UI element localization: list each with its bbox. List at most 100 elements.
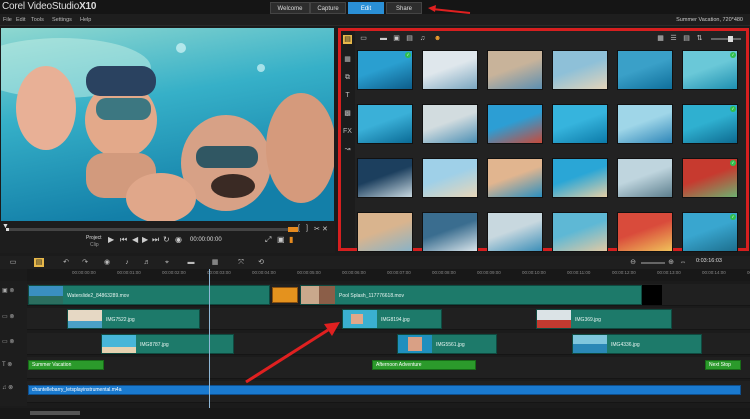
library-thumbnail[interactable]: [422, 212, 478, 252]
mode-project-label[interactable]: Project: [86, 235, 102, 241]
transition-block[interactable]: [272, 287, 298, 303]
filter-icon[interactable]: FX: [343, 127, 352, 136]
library-thumbnail[interactable]: [422, 158, 478, 198]
instant-project-icon[interactable]: ▦: [343, 55, 352, 64]
zoom-in-icon[interactable]: ⊕: [666, 258, 676, 267]
face-icon[interactable]: ☻: [433, 34, 442, 43]
library-thumbnail[interactable]: [617, 50, 673, 90]
record-icon[interactable]: ◉: [102, 258, 112, 267]
library-thumbnail[interactable]: [487, 158, 543, 198]
home-icon[interactable]: ⏮: [120, 235, 127, 245]
add-folder-icon[interactable]: ▬: [379, 34, 388, 43]
folder-icon[interactable]: ▭: [359, 34, 368, 43]
library-thumbnail[interactable]: [487, 212, 543, 252]
storyboard-view-icon[interactable]: ▭: [8, 258, 18, 267]
zoom-out-icon[interactable]: ⊖: [628, 258, 638, 267]
tab-edit[interactable]: Edit: [348, 2, 384, 14]
media-icon[interactable]: ▤: [343, 35, 352, 44]
scrollbar-thumb[interactable]: [30, 411, 80, 415]
library-thumbnail[interactable]: ✓: [682, 158, 738, 198]
details-view-icon[interactable]: ▤: [682, 34, 691, 43]
redo-icon[interactable]: ↷: [80, 258, 90, 267]
zoom-slider-handle[interactable]: [728, 36, 733, 42]
video-icon[interactable]: ▣: [392, 34, 401, 43]
scrubber-track[interactable]: [6, 228, 296, 231]
volume-icon[interactable]: ◉: [175, 235, 182, 244]
playhead[interactable]: [209, 269, 210, 408]
mask-icon[interactable]: ⤧: [236, 258, 246, 267]
title-clip[interactable]: Next Stop: [705, 360, 741, 370]
timeline-view-icon[interactable]: ▤: [34, 258, 44, 267]
sound-mixer-icon[interactable]: ♪: [122, 258, 132, 267]
title-clip[interactable]: Afternoon Adventure: [372, 360, 476, 370]
enlarge-preview-icon[interactable]: ⤢: [265, 235, 271, 245]
loop-icon[interactable]: ⟲: [256, 258, 266, 267]
path-icon[interactable]: ↝: [343, 145, 352, 154]
library-thumbnail[interactable]: [487, 50, 543, 90]
menu-file[interactable]: File: [3, 14, 12, 26]
tab-welcome[interactable]: Welcome: [270, 2, 310, 14]
timeline-ruler[interactable]: 00:00:00:00 00:00:01:00 00:00:02:00 00:00:0…: [27, 269, 750, 281]
library-thumbnail[interactable]: [357, 158, 413, 198]
thumbnail-view-icon[interactable]: ☰: [669, 34, 678, 43]
subtitle-icon[interactable]: ▬: [186, 258, 196, 267]
scrub-start-icon[interactable]: ▼: [2, 223, 9, 230]
music-track-header[interactable]: ♫ ⊗: [2, 384, 24, 404]
library-thumbnail[interactable]: ✓: [682, 50, 738, 90]
black-clip[interactable]: [642, 285, 662, 305]
trim-marker[interactable]: [288, 227, 298, 232]
undo-icon[interactable]: ↶: [61, 258, 71, 267]
previous-frame-icon[interactable]: ◀: [132, 235, 138, 244]
motion-tracking-icon[interactable]: ⌖: [162, 258, 172, 267]
audio-clip[interactable]: chantellebarry_letsplayinstrumental.m4a: [28, 385, 741, 395]
video-clip-pool-splash[interactable]: Pool Splash_117776618.mov: [300, 285, 642, 305]
menu-tools[interactable]: Tools: [31, 14, 44, 26]
library-thumbnail[interactable]: [487, 104, 543, 144]
library-thumbnail[interactable]: [357, 104, 413, 144]
fit-project-icon[interactable]: ⇔: [678, 258, 688, 267]
video-track-header[interactable]: ▣ ⊗: [2, 287, 24, 307]
mark-in-icon[interactable]: [: [298, 225, 300, 232]
overlay-track-2-header[interactable]: ▭ ⊗: [2, 338, 24, 358]
library-thumbnail[interactable]: [552, 158, 608, 198]
library-thumbnail[interactable]: [357, 212, 413, 252]
library-thumbnail[interactable]: [422, 104, 478, 144]
aspect-icon[interactable]: ▮: [289, 235, 293, 244]
preview-window[interactable]: [1, 28, 334, 221]
photo-icon[interactable]: ▤: [405, 34, 414, 43]
mark-out-icon[interactable]: ]: [306, 225, 308, 232]
overlay-clip[interactable]: IMG7522.jpg: [67, 309, 200, 329]
title-icon[interactable]: T: [343, 91, 352, 100]
overlay-clip[interactable]: IMG8194.jpg: [342, 309, 442, 329]
menu-help[interactable]: Help: [80, 14, 91, 26]
audio-icon[interactable]: ♫: [418, 34, 427, 43]
auto-music-icon[interactable]: ♬: [142, 258, 152, 267]
zoom-slider[interactable]: [711, 38, 741, 40]
library-thumbnail[interactable]: [617, 212, 673, 252]
multicam-icon[interactable]: ▦: [210, 258, 220, 267]
library-thumbnail[interactable]: ✓: [682, 104, 738, 144]
title-track-header[interactable]: T ⊗: [2, 361, 24, 381]
mode-clip-label[interactable]: Clip: [90, 242, 99, 248]
overlay-clip[interactable]: IMG369.jpg: [536, 309, 672, 329]
overlay-clip[interactable]: IMG4336.jpg: [572, 334, 702, 354]
sort-icon[interactable]: ⇅: [695, 34, 704, 43]
library-thumbnail[interactable]: [552, 104, 608, 144]
video-clip-waterslide[interactable]: Waterslide2_84863289.mov: [28, 285, 270, 305]
menu-settings[interactable]: Settings: [52, 14, 72, 26]
overlay-track-1-header[interactable]: ▭ ⊗: [2, 313, 24, 333]
play-icon[interactable]: ▶: [108, 235, 114, 244]
library-thumbnail[interactable]: ✓: [357, 50, 413, 90]
overlay-clip[interactable]: IMG5561.jpg: [397, 334, 497, 354]
split-clip-icon[interactable]: ✂: [314, 225, 320, 233]
list-view-icon[interactable]: ▦: [656, 34, 665, 43]
library-thumbnail[interactable]: [617, 104, 673, 144]
graphics-icon[interactable]: ▩: [343, 109, 352, 118]
timeline-scrollbar[interactable]: [0, 408, 750, 419]
overlay-clip[interactable]: IMG8787.jpg: [101, 334, 234, 354]
title-clip[interactable]: Summer Vacation: [28, 360, 104, 370]
tab-capture[interactable]: Capture: [310, 2, 346, 14]
library-thumbnail[interactable]: [422, 50, 478, 90]
tab-share[interactable]: Share: [386, 2, 422, 14]
repeat-icon[interactable]: ↻: [163, 235, 170, 244]
